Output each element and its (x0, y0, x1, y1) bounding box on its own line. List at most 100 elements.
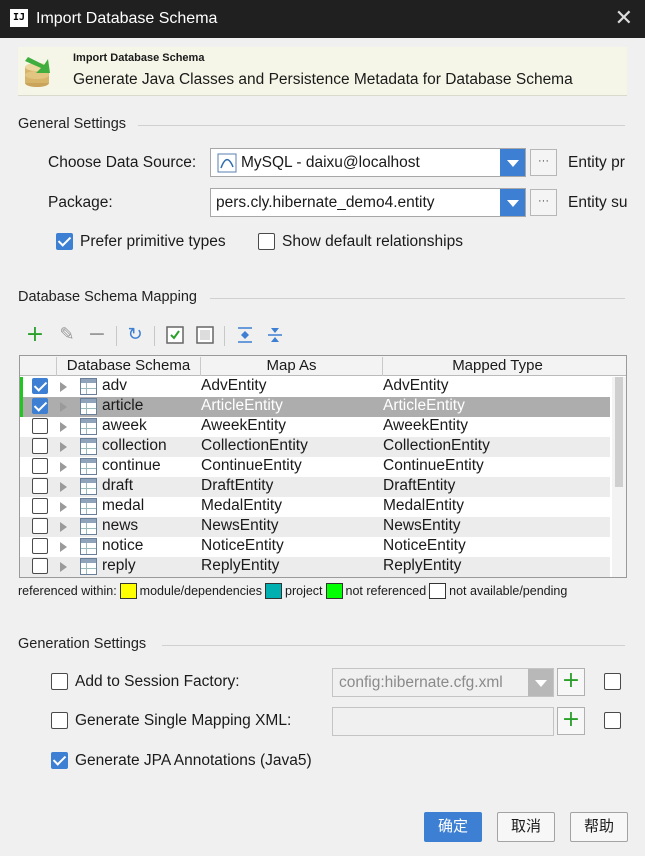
mapped-type-value[interactable]: AdvEntity (383, 377, 448, 395)
add-mapping-xml-button[interactable]: + (557, 707, 585, 735)
map-as-value[interactable]: ContinueEntity (201, 457, 302, 475)
table-row[interactable]: continue ContinueEntity ContinueEntity (20, 457, 610, 477)
show-default-checkbox[interactable] (258, 233, 275, 250)
map-as-value[interactable]: ArticleEntity (201, 397, 283, 415)
ok-button[interactable]: 确定 (424, 812, 482, 842)
single-mapping-xml-checkbox[interactable] (51, 712, 68, 729)
expand-arrow-icon[interactable] (60, 562, 67, 572)
mapped-type-value[interactable]: ContinueEntity (383, 457, 484, 475)
mapped-type-value[interactable]: MedalEntity (383, 497, 464, 515)
header-banner: Import Database Schema Generate Java Cla… (18, 47, 627, 96)
column-header-map-as[interactable]: Map As (200, 357, 382, 376)
row-checkbox[interactable] (32, 478, 48, 494)
schema-mapping-title: Database Schema Mapping (18, 289, 197, 305)
legend-swatch-green (325, 583, 343, 599)
map-as-value[interactable]: AweekEntity (201, 417, 286, 435)
table-row[interactable]: article ArticleEntity ArticleEntity (20, 397, 610, 417)
toolbar-separator (116, 326, 117, 346)
mapped-type-value[interactable]: ArticleEntity (383, 397, 465, 415)
schema-name: adv (102, 377, 127, 394)
expand-arrow-icon[interactable] (60, 522, 67, 532)
check-all-icon[interactable] (164, 324, 186, 346)
map-as-value[interactable]: NoticeEntity (201, 537, 284, 555)
uncheck-all-icon[interactable] (194, 324, 216, 346)
row-checkbox[interactable] (32, 558, 48, 574)
row-checkbox[interactable] (32, 418, 48, 434)
scrollbar-thumb[interactable] (615, 377, 623, 487)
edit-icon[interactable]: ✎ (56, 324, 78, 346)
add-session-factory-button[interactable]: + (557, 668, 585, 696)
package-browse-button[interactable]: ··· (530, 189, 557, 216)
table-row[interactable]: medal MedalEntity MedalEntity (20, 497, 610, 517)
table-icon (80, 498, 97, 515)
map-as-value[interactable]: DraftEntity (201, 477, 273, 495)
refresh-icon[interactable]: ↻ (124, 324, 146, 346)
table-row[interactable]: news NewsEntity NewsEntity (20, 517, 610, 537)
column-header-mapped-type[interactable]: Mapped Type (382, 357, 612, 376)
cancel-button[interactable]: 取消 (497, 812, 555, 842)
chevron-down-icon[interactable] (500, 189, 525, 216)
expand-arrow-icon[interactable] (60, 502, 67, 512)
single-mapping-xml-extra-checkbox[interactable] (604, 712, 621, 729)
chevron-down-icon[interactable] (500, 149, 525, 176)
expand-arrow-icon[interactable] (60, 382, 67, 392)
table-row[interactable]: aweek AweekEntity AweekEntity (20, 417, 610, 437)
mapped-type-value[interactable]: AweekEntity (383, 417, 468, 435)
expand-arrow-icon[interactable] (60, 462, 67, 472)
datasource-browse-button[interactable]: ··· (530, 149, 557, 176)
prefer-primitive-checkbox[interactable] (56, 233, 73, 250)
column-header-schema[interactable]: Database Schema (56, 357, 200, 376)
row-checkbox[interactable] (32, 438, 48, 454)
expand-all-icon[interactable] (234, 324, 256, 346)
session-factory-extra-checkbox[interactable] (604, 673, 621, 690)
session-factory-combo[interactable]: config:hibernate.cfg.xml (332, 668, 554, 697)
expand-arrow-icon[interactable] (60, 442, 67, 452)
map-as-value[interactable]: NewsEntity (201, 517, 279, 535)
mapped-type-value[interactable]: NoticeEntity (383, 537, 466, 555)
schema-mapping-table[interactable]: Database Schema Map As Mapped Type adv Ad… (19, 355, 627, 578)
add-icon[interactable]: + (24, 324, 46, 346)
row-checkbox[interactable] (32, 498, 48, 514)
table-row[interactable]: adv AdvEntity AdvEntity (20, 377, 610, 397)
package-combo[interactable]: pers.cly.hibernate_demo4.entity (210, 188, 526, 217)
table-icon (80, 398, 97, 415)
row-checkbox[interactable] (32, 378, 48, 394)
expand-arrow-icon[interactable] (60, 422, 67, 432)
map-as-value[interactable]: CollectionEntity (201, 437, 308, 455)
help-button[interactable]: 帮助 (570, 812, 628, 842)
mapped-type-value[interactable]: DraftEntity (383, 477, 455, 495)
single-mapping-xml-field[interactable] (332, 707, 554, 736)
table-row[interactable]: draft DraftEntity DraftEntity (20, 477, 610, 497)
table-icon (80, 378, 97, 395)
mapped-type-value[interactable]: ReplyEntity (383, 557, 461, 575)
expand-arrow-icon[interactable] (60, 542, 67, 552)
session-factory-checkbox[interactable] (51, 673, 68, 690)
collapse-all-icon[interactable] (264, 324, 286, 346)
expand-arrow-icon[interactable] (60, 482, 67, 492)
legend-swatch-white (429, 583, 447, 599)
table-scrollbar[interactable] (612, 377, 626, 577)
entity-prefix-label: Entity pr (568, 154, 625, 171)
table-icon (80, 438, 97, 455)
row-checkbox[interactable] (32, 538, 48, 554)
mapped-type-value[interactable]: NewsEntity (383, 517, 461, 535)
row-status-marker (20, 377, 23, 397)
datasource-combo[interactable]: MySQL - daixu@localhost (210, 148, 526, 177)
map-as-value[interactable]: AdvEntity (201, 377, 266, 395)
table-icon (80, 558, 97, 575)
table-row[interactable]: collection CollectionEntity CollectionEnti… (20, 437, 610, 457)
table-row[interactable]: notice NoticeEntity NoticeEntity (20, 537, 610, 557)
chevron-down-icon[interactable] (528, 669, 553, 696)
jpa-annotations-checkbox[interactable] (51, 752, 68, 769)
expand-arrow-icon[interactable] (60, 402, 67, 412)
map-as-value[interactable]: ReplyEntity (201, 557, 279, 575)
remove-icon[interactable]: − (86, 324, 108, 346)
row-checkbox[interactable] (32, 518, 48, 534)
row-checkbox[interactable] (32, 458, 48, 474)
table-row[interactable]: reply ReplyEntity ReplyEntity (20, 557, 610, 577)
header-title: Import Database Schema (73, 52, 205, 64)
row-checkbox[interactable] (32, 398, 48, 414)
close-icon[interactable]: ✕ (615, 6, 633, 31)
mapped-type-value[interactable]: CollectionEntity (383, 437, 490, 455)
map-as-value[interactable]: MedalEntity (201, 497, 282, 515)
